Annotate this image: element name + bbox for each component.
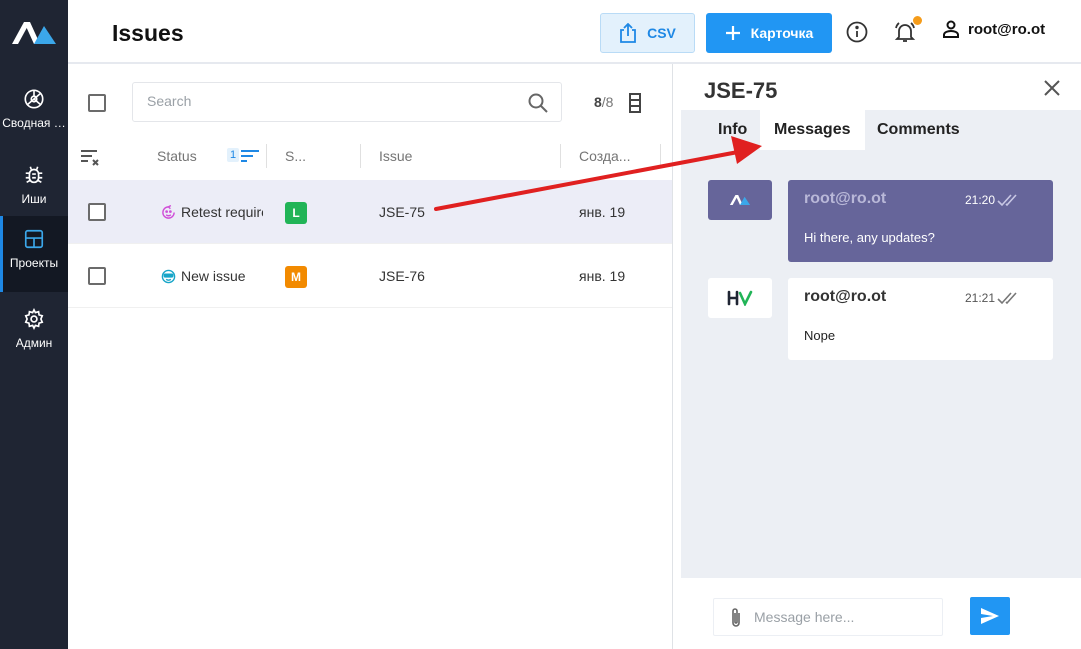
export-csv-button[interactable]: CSV [600, 13, 695, 53]
share-icon [620, 23, 636, 43]
issue-count: 8/8 [594, 94, 613, 110]
row-checkbox[interactable] [88, 203, 106, 221]
issue-detail-panel: JSE-75 Info Messages Comments root@ro.ot… [673, 64, 1081, 649]
send-button[interactable] [970, 597, 1010, 635]
messages-list: root@ro.ot 21:20 Hi there, any updates? … [681, 150, 1081, 578]
sidebar-item-label: Сводная … [2, 116, 66, 130]
sort-order-badge: 1 [227, 148, 240, 162]
status-cell: New issue [161, 268, 263, 284]
status-text: New issue [181, 268, 246, 284]
tab-messages-label: Messages [774, 121, 851, 138]
sidebar-item-admin[interactable]: Админ [0, 296, 68, 368]
dashboard-icon [24, 89, 44, 109]
tab-comments[interactable]: Comments [863, 110, 974, 150]
message-time: 21:20 [964, 193, 995, 207]
search-icon[interactable] [527, 92, 549, 114]
add-card-button[interactable]: Карточка [706, 13, 832, 53]
new-issue-icon [161, 269, 176, 283]
tab-info[interactable]: Info [704, 110, 761, 150]
table-row[interactable]: Retest required L JSE-75 янв. 19 [68, 180, 672, 244]
search-field[interactable] [132, 82, 562, 122]
app-logo[interactable] [10, 18, 58, 48]
read-ticks-icon [997, 194, 1017, 207]
column-separator[interactable] [660, 144, 661, 168]
tab-info-label: Info [718, 121, 748, 138]
avatar [708, 180, 772, 220]
user-menu[interactable]: root@ro.ot [942, 20, 1045, 38]
message-text: Nope [804, 328, 836, 343]
sidebar-item-projects[interactable]: Проекты [0, 216, 68, 292]
message-bubble: root@ro.ot 21:20 Hi there, any updates? [788, 180, 1053, 262]
projects-icon [24, 229, 44, 249]
column-header-created[interactable]: Созда... [579, 148, 630, 164]
detail-title: JSE-75 [704, 78, 778, 103]
size-badge: L [285, 202, 307, 224]
send-icon [981, 608, 999, 624]
issues-list-panel: 8/8 Status 1 S... Issue Созда... [68, 64, 672, 649]
plus-icon [725, 26, 740, 40]
column-header-status[interactable]: Status [157, 148, 197, 164]
tab-comments-label: Comments [877, 121, 960, 138]
row-checkbox[interactable] [88, 267, 106, 285]
add-card-label: Карточка [750, 25, 814, 41]
issue-key[interactable]: JSE-75 [379, 204, 425, 220]
search-input[interactable] [147, 93, 507, 109]
gear-icon [24, 308, 44, 330]
bug-icon [25, 166, 43, 184]
tab-messages[interactable]: Messages [760, 110, 865, 150]
notification-dot [913, 16, 922, 25]
retest-icon [162, 204, 175, 219]
user-icon [943, 20, 959, 38]
avatar [708, 278, 772, 318]
top-header: Issues CSV Карточка root@ro.ot [68, 0, 1081, 64]
size-badge: M [285, 266, 307, 288]
column-separator[interactable] [266, 144, 267, 168]
column-separator[interactable] [360, 144, 361, 168]
message-input[interactable] [754, 609, 934, 625]
message-text: Hi there, any updates? [804, 230, 935, 245]
sidebar-item-label: Админ [15, 336, 53, 350]
columns-icon[interactable] [628, 92, 642, 114]
message-bubble: root@ro.ot 21:21 Nope [788, 278, 1053, 360]
column-header-size[interactable]: S... [285, 148, 306, 164]
status-text: Retest required [181, 204, 263, 220]
app-window: Сводная … Иши Проекты Админ Issues CSV К… [0, 0, 1081, 649]
sidebar: Сводная … Иши Проекты Админ [0, 0, 68, 649]
sidebar-item-issues[interactable]: Иши [0, 152, 68, 224]
sidebar-item-label: Иши [21, 192, 47, 206]
sidebar-item-dashboard[interactable]: Сводная … [0, 76, 68, 148]
close-icon[interactable] [1043, 79, 1061, 97]
column-header-issue[interactable]: Issue [379, 148, 412, 164]
message-time: 21:21 [964, 291, 995, 305]
table-row[interactable]: New issue M JSE-76 янв. 19 [68, 244, 672, 308]
user-name: root@ro.ot [968, 20, 1046, 38]
page-title: Issues [112, 20, 184, 46]
read-ticks-icon [997, 292, 1017, 305]
column-separator[interactable] [560, 144, 561, 168]
created-date: янв. 19 [579, 204, 626, 220]
message-composer [681, 578, 1081, 649]
sidebar-item-label: Проекты [9, 256, 59, 270]
info-icon[interactable] [845, 20, 869, 44]
message-field[interactable] [713, 598, 943, 636]
attach-icon[interactable] [728, 607, 744, 629]
sort-icon[interactable] [240, 149, 260, 163]
status-cell: Retest required [161, 204, 263, 220]
export-csv-label: CSV [647, 25, 676, 41]
issue-key[interactable]: JSE-76 [379, 268, 425, 284]
created-date: янв. 19 [579, 268, 626, 284]
clear-filters-icon[interactable] [80, 148, 100, 166]
select-all-checkbox[interactable] [88, 94, 106, 112]
count-shown: 8 [594, 94, 602, 110]
count-total: /8 [601, 94, 614, 110]
